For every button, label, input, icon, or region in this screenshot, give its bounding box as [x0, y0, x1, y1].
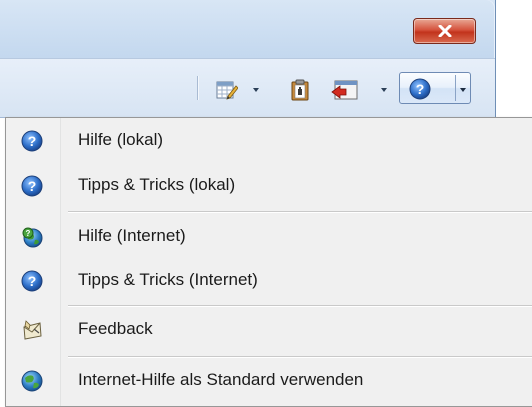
menu-item-label: Internet-Hilfe als Standard verwenden — [78, 370, 364, 389]
globe-icon — [21, 370, 43, 392]
menu-item-hilfe-lokal[interactable]: ? Hilfe (lokal) — [8, 121, 532, 159]
menu-separator — [68, 356, 532, 357]
svg-text:?: ? — [416, 81, 425, 97]
menu-item-label: Feedback — [78, 319, 153, 338]
edit-table-button[interactable] — [215, 79, 239, 101]
help-icon: ? — [21, 270, 43, 292]
close-icon — [438, 25, 451, 37]
menu-separator — [68, 211, 532, 212]
svg-text:?: ? — [26, 229, 31, 238]
menu-separator — [68, 305, 532, 306]
svg-text:?: ? — [28, 178, 37, 194]
menu-item-label: Hilfe (Internet) — [78, 226, 186, 245]
globe-help-icon: ? — [22, 227, 43, 248]
help-menu: ? Hilfe (lokal) ? Tipps & Tricks (lokal)… — [5, 117, 532, 407]
menu-item-tipps-lokal[interactable]: ? Tipps & Tricks (lokal) — [8, 166, 532, 204]
close-button[interactable] — [413, 18, 476, 44]
help-icon: ? — [21, 130, 43, 152]
menu-item-tipps-internet[interactable]: ? Tipps & Tricks (Internet) — [8, 261, 532, 299]
help-icon: ? — [21, 175, 43, 197]
menu-item-internet-hilfe-standard[interactable]: Internet-Hilfe als Standard verwenden — [8, 361, 532, 399]
window-arrow-dropdown-arrow[interactable] — [381, 88, 387, 92]
window-arrow-button[interactable] — [330, 78, 360, 102]
menu-item-hilfe-internet[interactable]: ? Hilfe (Internet) — [8, 217, 532, 255]
edit-table-dropdown-arrow[interactable] — [253, 88, 259, 92]
svg-text:?: ? — [28, 133, 37, 149]
help-dropdown-arrow[interactable] — [460, 88, 466, 92]
window-arrow-icon — [331, 80, 358, 100]
help-button[interactable]: ? — [408, 78, 432, 100]
toolbar-separator — [197, 76, 198, 100]
menu-item-label: Tipps & Tricks (lokal) — [78, 175, 236, 194]
clipboard-icon — [291, 79, 309, 101]
menu-item-label: Hilfe (lokal) — [78, 130, 164, 149]
split-divider — [455, 75, 456, 101]
feedback-envelope-icon — [23, 320, 42, 340]
clipboard-button[interactable] — [289, 78, 311, 102]
edit-table-icon — [216, 81, 238, 100]
svg-text:?: ? — [28, 273, 37, 289]
menu-item-feedback[interactable]: Feedback — [8, 310, 532, 348]
menu-item-label: Tipps & Tricks (Internet) — [78, 270, 258, 289]
help-icon: ? — [409, 78, 431, 100]
